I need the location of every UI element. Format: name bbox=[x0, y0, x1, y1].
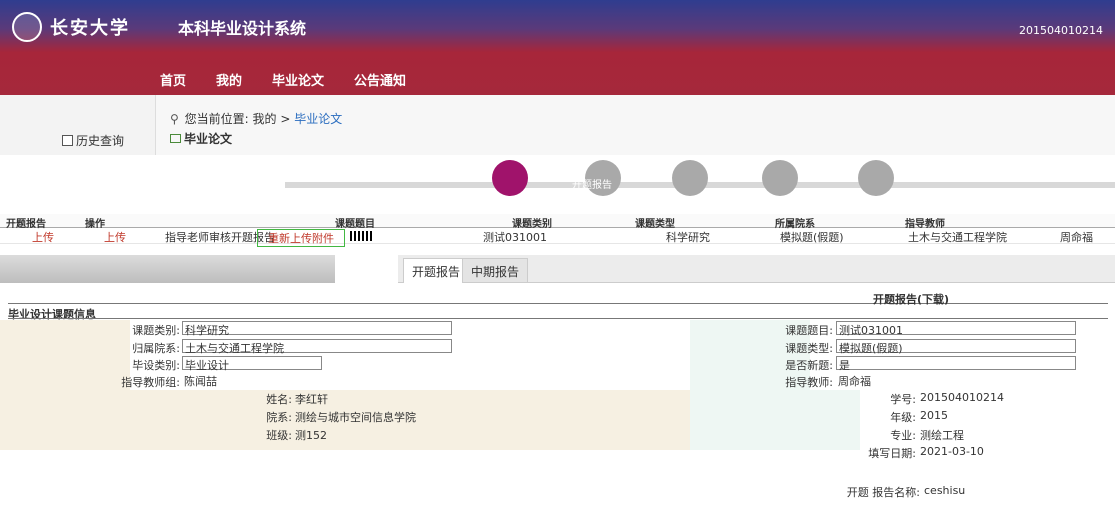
label-grade: 年级: bbox=[890, 411, 916, 424]
label-class: 班级: bbox=[266, 429, 292, 442]
tab-midterm-report[interactable]: 中期报告 bbox=[462, 258, 529, 283]
nav-my[interactable]: 我的 bbox=[216, 70, 242, 89]
field-topic: 测试031001 bbox=[836, 321, 1076, 337]
field-teacher-group: 陈闻喆 bbox=[184, 375, 217, 388]
school-logo: 长安大学 本科毕业设计系统 bbox=[12, 12, 306, 42]
breadcrumb-my[interactable]: 我的 bbox=[253, 112, 277, 126]
step-3[interactable] bbox=[672, 160, 708, 196]
section-title-text: 毕业论文 bbox=[184, 132, 233, 146]
section-icon bbox=[170, 134, 181, 143]
left-panel-bar bbox=[0, 255, 335, 283]
cell-teacher: 周命福 bbox=[1060, 231, 1093, 244]
cell-topic: 测试031001 bbox=[483, 231, 547, 244]
upload-link-1[interactable]: 上传 bbox=[32, 229, 54, 245]
value-student-id: 201504010214 bbox=[920, 391, 1004, 404]
history-icon bbox=[62, 135, 73, 146]
label-department: 归属院系: bbox=[132, 342, 180, 355]
value-fill-date: 2021-03-10 bbox=[920, 445, 984, 458]
value-grade: 2015 bbox=[920, 409, 948, 422]
location-pin-icon: ⚲ bbox=[170, 112, 179, 126]
history-label: 历史查询 bbox=[76, 134, 125, 148]
value-college: 测绘与城市空间信息学院 bbox=[295, 411, 416, 424]
field-teacher: 周命福 bbox=[838, 375, 871, 388]
nav-home[interactable]: 首页 bbox=[160, 70, 186, 89]
value-class: 测152 bbox=[295, 429, 327, 442]
field-topic-type: 模拟题(假题) bbox=[836, 339, 1076, 355]
value-report-name[interactable]: ceshisu bbox=[924, 484, 965, 497]
step-active[interactable] bbox=[492, 160, 528, 196]
label-report-name: 开题 报告名称: bbox=[846, 486, 920, 499]
reupload-button[interactable]: 重新上传附件 bbox=[257, 229, 345, 247]
history-query-link[interactable]: 历史查询 bbox=[62, 132, 124, 149]
main-nav: 首页 我的 毕业论文 公告通知 bbox=[160, 70, 406, 89]
barcode-icon bbox=[350, 231, 372, 241]
nav-notice[interactable]: 公告通知 bbox=[354, 70, 406, 89]
label-teacher: 指导教师: bbox=[785, 376, 833, 389]
tab-proposal-report[interactable]: 开题报告 bbox=[403, 258, 470, 283]
label-category: 课题类别: bbox=[132, 324, 180, 337]
field-design-type: 毕业设计 bbox=[182, 356, 322, 372]
table-row: 上传 上传 指导老师审核开题报告 重新上传附件 测试031001 科学研究 模拟… bbox=[0, 228, 1115, 247]
label-fill-date: 填写日期: bbox=[868, 447, 916, 460]
upload-link-2[interactable]: 上传 bbox=[104, 229, 126, 245]
field-category: 科学研究 bbox=[182, 321, 452, 337]
cell-department: 土木与交通工程学院 bbox=[908, 231, 1007, 244]
breadcrumb-current[interactable]: 毕业论文 bbox=[294, 112, 342, 126]
student-fill-right bbox=[690, 390, 860, 450]
table-header: 开题报告 操作 课题题目 课题类别 课题类型 所属院系 指导教师 bbox=[0, 214, 1115, 230]
school-seal-icon bbox=[12, 12, 42, 42]
field-new-topic: 是 bbox=[836, 356, 1076, 372]
breadcrumb-prefix: 您当前位置: bbox=[184, 112, 249, 126]
step-5[interactable] bbox=[858, 160, 894, 196]
label-teacher-group: 指导教师组: bbox=[121, 376, 180, 389]
value-major: 测绘工程 bbox=[920, 429, 964, 442]
label-new-topic: 是否新题: bbox=[785, 359, 833, 372]
label-college: 院系: bbox=[266, 411, 292, 424]
label-design-type: 毕设类别: bbox=[132, 359, 180, 372]
cell-type: 模拟题(假题) bbox=[780, 231, 844, 244]
label-student-id: 学号: bbox=[890, 393, 916, 406]
system-title: 本科毕业设计系统 bbox=[178, 19, 307, 38]
section-divider-2 bbox=[8, 318, 1108, 319]
value-name: 李红轩 bbox=[295, 393, 328, 406]
cell-category: 科学研究 bbox=[666, 231, 710, 244]
top-header: 长安大学 本科毕业设计系统 201504010214 首页 我的 毕业论文 公告… bbox=[0, 0, 1115, 95]
section-title: 毕业论文 bbox=[170, 130, 232, 147]
user-info: 201504010214 bbox=[1019, 24, 1103, 37]
nav-thesis[interactable]: 毕业论文 bbox=[272, 70, 324, 89]
step-4[interactable] bbox=[762, 160, 798, 196]
label-topic-type: 课题类型: bbox=[785, 342, 833, 355]
step-active-label: 开题报告 bbox=[572, 180, 612, 191]
label-name: 姓名: bbox=[266, 393, 292, 406]
report-download-title[interactable]: 开题报告(下载) bbox=[873, 291, 949, 307]
field-department: 土木与交通工程学院 bbox=[182, 339, 452, 355]
label-major: 专业: bbox=[890, 429, 916, 442]
school-name: 长安大学 bbox=[50, 18, 130, 39]
label-topic: 课题题目: bbox=[785, 324, 833, 337]
breadcrumb: ⚲ 您当前位置: 我的 > 毕业论文 bbox=[170, 110, 342, 127]
breadcrumb-separator: > bbox=[280, 112, 291, 126]
